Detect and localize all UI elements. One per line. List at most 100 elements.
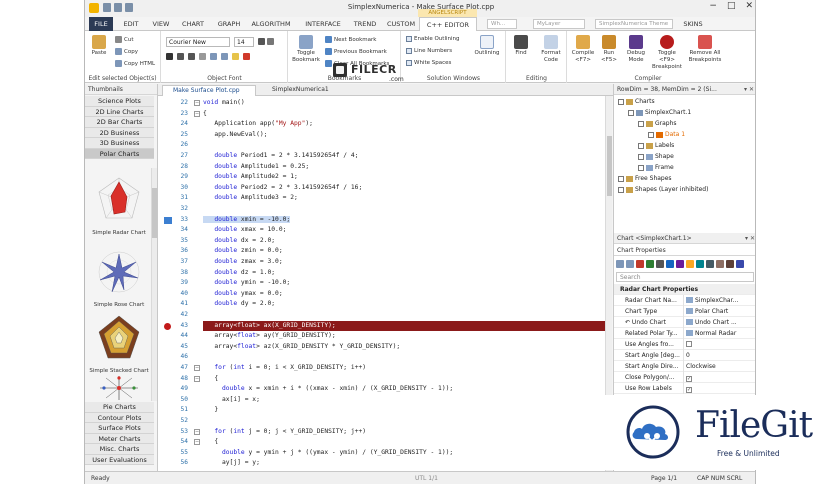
enable-outlining-checkbox[interactable]: Enable Outlining [406, 36, 460, 42]
code-line[interactable]: app.NewEval(); [203, 130, 605, 141]
code-area[interactable]: void main(){ Application app("My App"); … [203, 96, 605, 471]
thumbnail-polar-star-chart[interactable] [87, 374, 151, 404]
code-line[interactable]: double xmin = -10.0; [203, 215, 605, 226]
checkbox-icon[interactable] [686, 341, 692, 347]
code-line[interactable]: array<float> az(X_GRID_DENSITY * Y_GRID_… [203, 342, 605, 353]
bookmark-icon[interactable] [164, 216, 172, 224]
grow-font-icon[interactable] [258, 38, 265, 45]
code-line[interactable]: for (int j = 0; j < Y_GRID_DENSITY; j++) [203, 427, 605, 438]
property-row[interactable]: ↶ Undo Chart Undo Chart ... [614, 317, 755, 328]
code-line[interactable]: double ymin = -10.0; [203, 278, 605, 289]
font-color-icon[interactable] [243, 53, 250, 60]
code-line[interactable]: double dy = 2.0; [203, 299, 605, 310]
code-line[interactable]: double zmin = 0.0; [203, 246, 605, 257]
code-line[interactable] [203, 352, 605, 363]
cut-button[interactable]: Cut [115, 36, 133, 43]
checkbox-icon[interactable] [618, 175, 624, 182]
property-row[interactable]: Related Polar Ty... Normal Radar [614, 328, 755, 339]
property-value[interactable]: ✓ [686, 374, 752, 382]
checkbox-icon[interactable] [628, 109, 634, 116]
panel-pin-close-icon[interactable]: ▾ ✕ [745, 233, 755, 244]
tree-node-free-shapes[interactable]: Free Shapes [618, 175, 672, 182]
code-line[interactable]: { [203, 374, 605, 385]
code-line[interactable]: double Amplitude3 = 2; [203, 193, 605, 204]
thumbnail-simple-rose-chart[interactable]: Simple Rose Chart [87, 246, 151, 308]
property-row[interactable]: Chart Type Polar Chart [614, 306, 755, 317]
underline-icon[interactable] [188, 53, 195, 60]
tab-chart[interactable]: CHART [177, 17, 209, 31]
thumbnail-simple-radar-chart[interactable]: Simple Radar Chart [87, 174, 151, 236]
property-value[interactable] [686, 341, 752, 348]
code-line[interactable]: ax[i] = x; [203, 395, 605, 406]
layer-combo[interactable]: MyLayer [533, 19, 585, 29]
code-line[interactable]: double dz = 1.0; [203, 268, 605, 279]
checkbox-icon[interactable] [648, 131, 654, 138]
checkbox-icon[interactable]: ✓ [686, 376, 692, 382]
tab-view[interactable]: VIEW [147, 17, 175, 31]
tree-node-shape[interactable]: Shape [638, 153, 674, 160]
code-line[interactable]: ay[j] = y; [203, 458, 605, 469]
grid-icon[interactable] [646, 260, 654, 268]
tab-trend[interactable]: TREND [351, 17, 379, 31]
checkbox-icon[interactable] [638, 142, 644, 149]
bold-icon[interactable] [656, 260, 664, 268]
italic-icon[interactable] [177, 53, 184, 60]
property-value[interactable]: 0 [686, 352, 752, 359]
checkbox-icon[interactable] [638, 120, 644, 127]
remove-breakpoints-button[interactable]: Remove All Breakpoints [686, 35, 724, 64]
axis-icon[interactable] [706, 260, 714, 268]
code-line[interactable] [203, 204, 605, 215]
scrollbar-thumb[interactable] [607, 136, 612, 196]
code-line[interactable]: double Period2 = 2 * 3.141592654f / 16; [203, 183, 605, 194]
properties-search-input[interactable]: Search [616, 272, 754, 282]
category-surface-plots[interactable]: Surface Plots [85, 423, 154, 434]
property-value[interactable]: Clockwise [686, 363, 752, 370]
skins-button[interactable]: SKINS [679, 17, 707, 31]
tree-node-charts[interactable]: Charts [618, 98, 655, 105]
shrink-font-icon[interactable] [267, 38, 274, 45]
code-line[interactable]: double x = xmin + i * ((xmax - xmin) / (… [203, 384, 605, 395]
property-value[interactable]: Polar Chart [686, 308, 752, 315]
debug-mode-button[interactable]: Debug Mode [624, 35, 648, 64]
tab-make-surface-plot[interactable]: Make Surface Plot.cpp [162, 85, 256, 96]
paste-button[interactable]: Paste [87, 35, 111, 57]
legend-icon[interactable] [696, 260, 704, 268]
font-family-select[interactable]: Courier New [166, 37, 230, 47]
property-row[interactable]: Radar Chart Na... SimplexChar... [614, 295, 755, 306]
category-science-plots[interactable]: Science Plots [85, 96, 154, 107]
code-line[interactable] [203, 310, 605, 321]
superscript-icon[interactable] [221, 53, 228, 60]
line-icon[interactable] [676, 260, 684, 268]
thumbnail-simple-stacked-chart[interactable]: Simple Stacked Chart [87, 312, 151, 374]
fill-icon[interactable] [686, 260, 694, 268]
category-misc-charts[interactable]: Misc. Charts [85, 444, 154, 455]
fold-toggle-icon[interactable]: − [194, 375, 200, 382]
category-3d-business[interactable]: 3D Business [85, 138, 154, 149]
category-pie-charts[interactable]: Pie Charts [85, 402, 154, 413]
info-icon[interactable] [736, 260, 744, 268]
tab-algorithm[interactable]: ALGORITHM [249, 17, 293, 31]
outlining-button[interactable]: Outlining [472, 35, 502, 57]
fold-toggle-icon[interactable]: − [194, 439, 200, 446]
property-row[interactable]: Use Angles fro... [614, 339, 755, 350]
category-polar-charts[interactable]: Polar Charts [85, 148, 154, 159]
code-line[interactable]: array<float> ay(Y_GRID_DENSITY); [203, 331, 605, 342]
format-code-button[interactable]: Format Code [537, 35, 565, 64]
category-contour-plots[interactable]: Contour Plots [85, 412, 154, 423]
tree-node-simplexchart[interactable]: SimplexChart.1 [628, 109, 691, 116]
property-row[interactable]: Start Angle Dire... Clockwise [614, 361, 755, 372]
subscript-icon[interactable] [210, 53, 217, 60]
code-line[interactable]: double Amplitude2 = 1; [203, 172, 605, 183]
color-icon[interactable] [636, 260, 644, 268]
tab-simplexnumerica1[interactable]: SimplexNumerica1 [262, 85, 340, 96]
settings-icon[interactable] [716, 260, 724, 268]
code-line[interactable]: } [203, 405, 605, 416]
fold-toggle-icon[interactable]: − [194, 100, 200, 106]
code-line[interactable]: double Amplitude1 = 0.25; [203, 162, 605, 173]
property-row[interactable]: Use Row Labels ✓ [614, 383, 755, 394]
toggle-breakpoint-button[interactable]: Toggle <F9> Breakpoint [650, 35, 684, 71]
toggle-bookmark-button[interactable]: Toggle Bookmark [291, 35, 321, 64]
code-line[interactable]: void main() [203, 98, 605, 109]
fold-toggle-icon[interactable]: − [194, 110, 200, 117]
close-button[interactable]: ✕ [745, 1, 753, 11]
